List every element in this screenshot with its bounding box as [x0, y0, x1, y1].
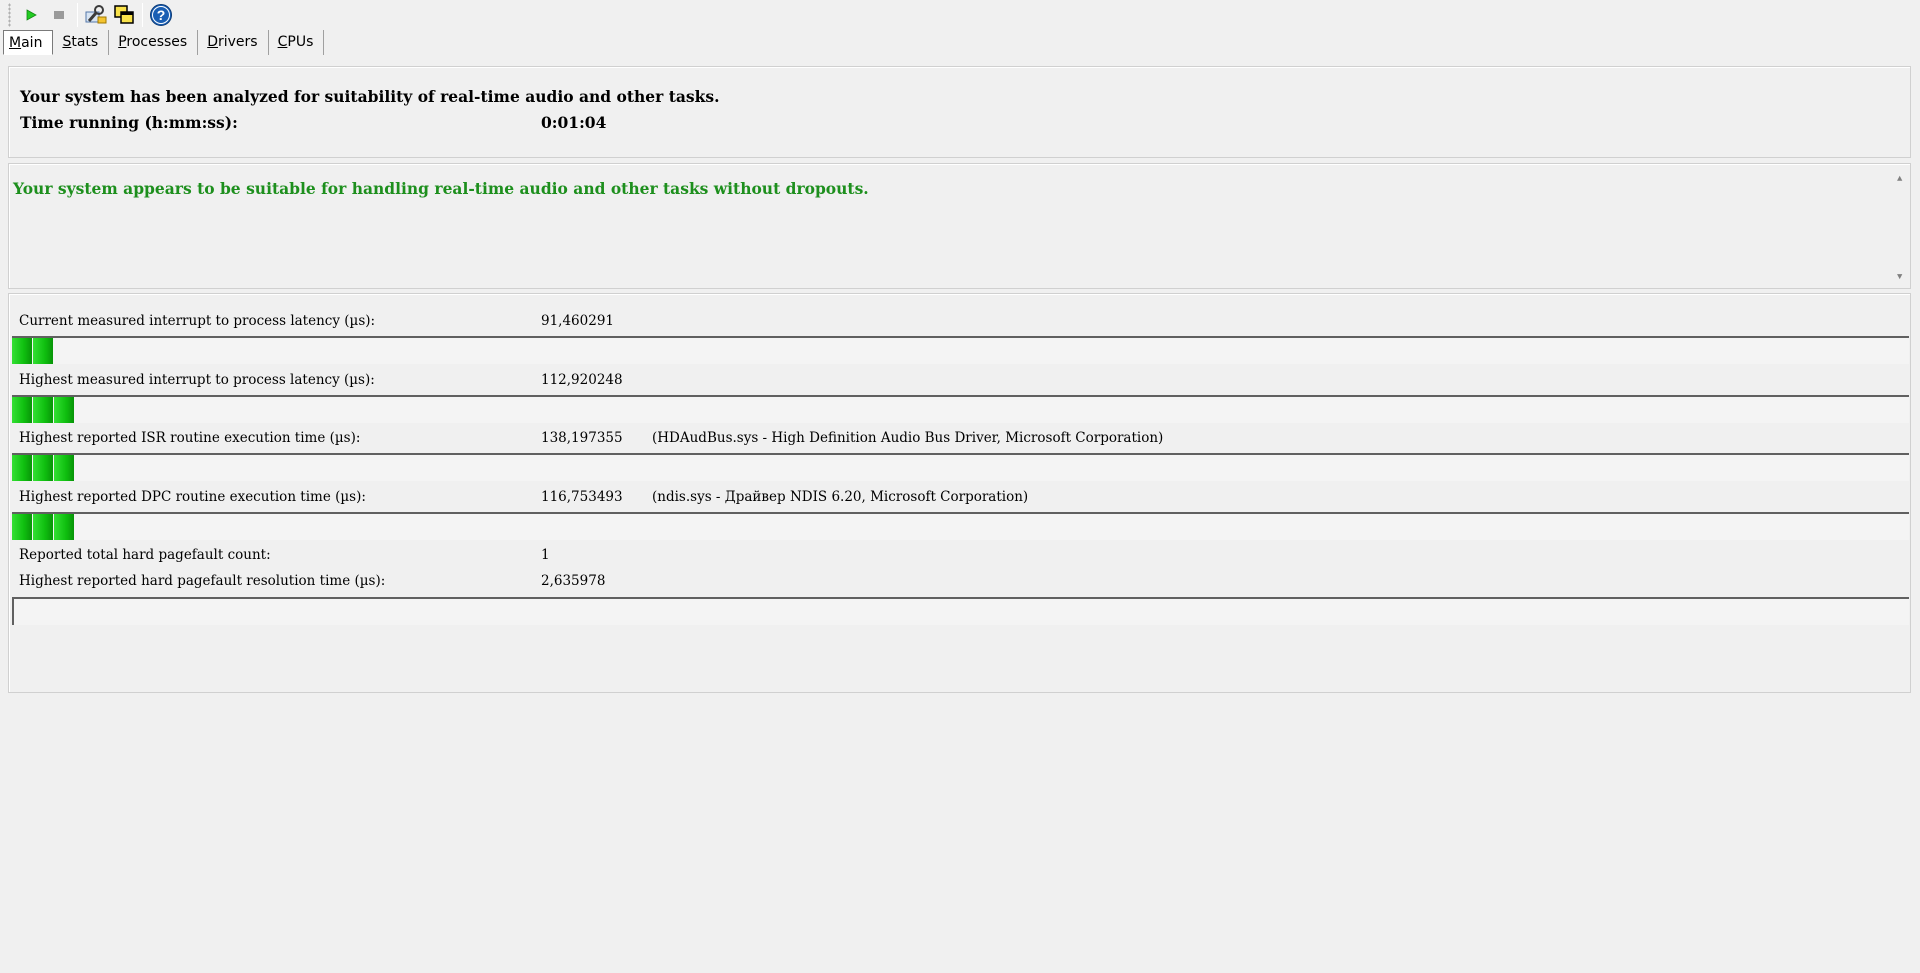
tab-main[interactable]: Main [3, 30, 54, 55]
tools-button[interactable] [82, 2, 110, 28]
latency-bar [12, 453, 1909, 481]
metric-label: Highest reported DPC routine execution t… [19, 489, 366, 505]
help-icon: ? [150, 4, 172, 26]
metric-value: 116,753493 [541, 489, 623, 505]
bar-segment [12, 455, 32, 481]
latency-bar [12, 336, 1909, 364]
tab-drivers[interactable]: Drivers [198, 30, 269, 55]
latency-bar [12, 512, 1909, 540]
tab-main-accel: M [9, 35, 22, 51]
toolbar-separator [142, 3, 143, 27]
stop-icon [54, 11, 64, 19]
tab-stats-label: tats [71, 34, 99, 50]
start-button[interactable] [17, 2, 45, 28]
bar-segment [12, 514, 32, 540]
bar-segment [33, 455, 53, 481]
bar-segment [12, 397, 32, 423]
tab-drivers-label: rivers [218, 34, 258, 50]
bar-segment [33, 397, 53, 423]
metric-detail: (HDAudBus.sys - High Definition Audio Bu… [652, 430, 1164, 446]
verdict-panel: Your system appears to be suitable for h… [8, 163, 1911, 289]
metric-value: 91,460291 [541, 313, 615, 329]
tab-stats[interactable]: Stats [53, 30, 110, 55]
tab-main-label: ain [21, 35, 43, 51]
metric-label: Reported total hard pagefault count: [19, 547, 271, 563]
svg-text:?: ? [157, 7, 166, 23]
stop-button[interactable] [45, 2, 73, 28]
bar-segment [54, 397, 74, 423]
tab-processes[interactable]: Processes [109, 30, 199, 55]
metric-label: Highest reported hard pagefault resoluti… [19, 573, 386, 589]
metric-value: 138,197355 [541, 430, 623, 446]
toolbar-separator [77, 3, 78, 27]
toolbar-grip[interactable] [8, 3, 11, 27]
time-running-label: Time running (h:mm:ss): [20, 113, 238, 132]
tab-cpus[interactable]: CPUs [269, 30, 325, 55]
bar-segment [33, 338, 53, 364]
metric-detail: (ndis.sys - Драйвер NDIS 6.20, Microsoft… [652, 489, 1029, 505]
help-button[interactable]: ? [147, 2, 175, 28]
metric-value: 1 [541, 547, 550, 563]
metric-value: 2,635978 [541, 573, 606, 589]
time-running-value: 0:01:04 [541, 113, 607, 132]
summary-panel: Your system has been analyzed for suitab… [8, 66, 1911, 158]
metric-label: Highest reported ISR routine execution t… [19, 430, 361, 446]
toolbar: ? [0, 0, 1920, 30]
tab-drivers-accel: D [207, 34, 218, 50]
latency-bar-fill [12, 397, 75, 423]
windows-button[interactable] [110, 2, 138, 28]
latency-bar-fill [12, 338, 54, 364]
latency-bar [12, 395, 1909, 423]
latency-bar-fill [12, 455, 75, 481]
tab-cpus-accel: C [277, 34, 288, 50]
verdict-scrollbar[interactable]: ▲ ▼ [1894, 166, 1908, 284]
pagefault-bar [12, 597, 1909, 625]
metric-label: Highest measured interrupt to process la… [19, 372, 375, 388]
start-icon [26, 9, 37, 21]
tab-strip: Main Stats Processes Drivers CPUs [0, 30, 325, 56]
tab-stats-accel: S [62, 34, 72, 50]
tab-processes-label: rocesses [126, 34, 188, 50]
metrics-panel: Current measured interrupt to process la… [8, 293, 1911, 693]
bar-segment [33, 514, 53, 540]
bar-segment [54, 455, 74, 481]
scroll-up-icon[interactable]: ▲ [1897, 174, 1902, 184]
tools-icon [85, 5, 107, 24]
tab-cpus-label: PUs [287, 34, 314, 50]
analysis-message: Your system has been analyzed for suitab… [20, 87, 720, 106]
windows-icon [114, 5, 134, 24]
bar-segment [12, 338, 32, 364]
scroll-down-icon[interactable]: ▼ [1897, 272, 1902, 282]
latency-bar-fill [12, 514, 75, 540]
metric-label: Current measured interrupt to process la… [19, 313, 376, 329]
metric-value: 112,920248 [541, 372, 623, 388]
verdict-message: Your system appears to be suitable for h… [13, 179, 869, 198]
bar-segment [54, 514, 74, 540]
